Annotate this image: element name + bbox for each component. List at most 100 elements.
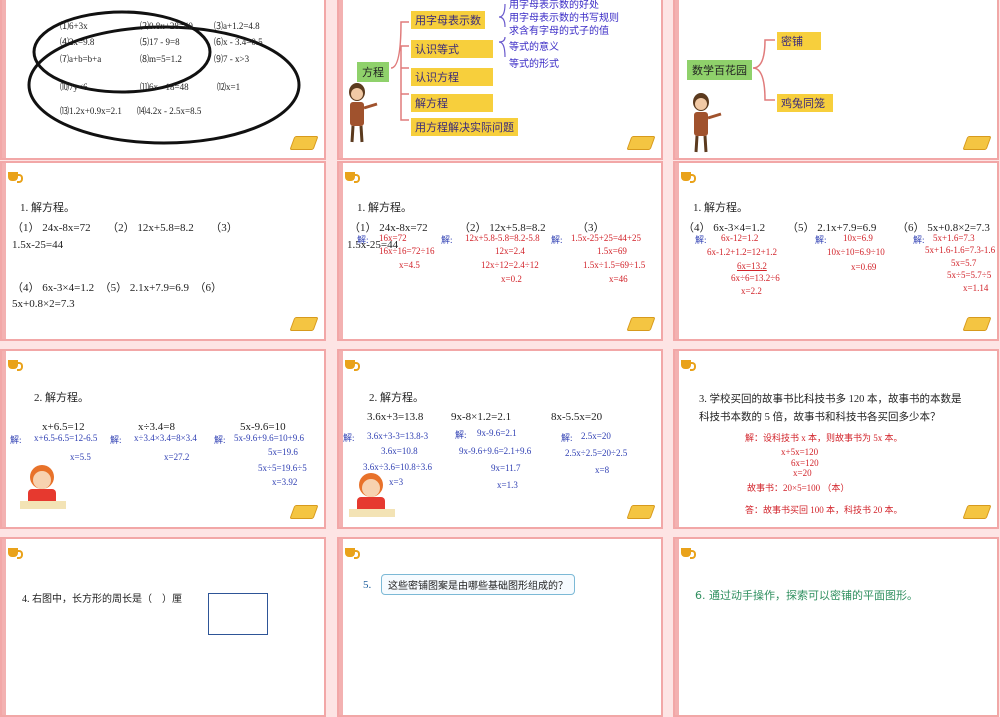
solution-label: 解: xyxy=(695,235,707,245)
slide-5[interactable]: 1. 解方程。 （1） 24x-8x=72 （2） 12x+5.8=8.2 （3… xyxy=(337,161,663,341)
mindmap-node: 密铺 xyxy=(777,32,821,50)
note-icon[interactable] xyxy=(962,505,992,519)
cup-icon xyxy=(8,357,23,371)
cup-icon xyxy=(8,545,23,559)
mindmap-subnode: 等式的形式 xyxy=(509,59,559,70)
slide-8[interactable]: 2. 解方程。 3.6x+3=13.8 9x-8×1.2=2.1 8x-5.5x… xyxy=(337,349,663,529)
teacher-icon xyxy=(693,93,722,153)
slide-4[interactable]: 1. 解方程。 （1） 24x-8x=72 （2） 12x+5.8=8.2 （3… xyxy=(0,161,326,341)
solution-step: 2.5x=20 xyxy=(581,431,611,441)
solution-label: 解: xyxy=(357,235,369,245)
solution-step: 5x+1.6=7.3 xyxy=(933,233,975,243)
question-title: 1. 解方程。 xyxy=(20,202,75,214)
solution-step: x=8 xyxy=(595,465,610,475)
solution-step: 2.5x÷2.5=20÷2.5 xyxy=(565,448,628,458)
problem-text: 4. 右图中，长方形的周长是（ ）厘 xyxy=(22,594,182,605)
slide-9[interactable]: 3. 学校买回的故事书比科技书多 120 本，故事书的本数是 科技书本数的 5 … xyxy=(673,349,999,529)
slide-border-bar xyxy=(675,539,679,715)
solution-step: 1.5x=69 xyxy=(597,246,627,256)
slide-2[interactable]: 方程 用字母表示数 认识等式 认识方程 解方程 用方程解决实际问题 用字母表示数… xyxy=(337,0,663,160)
solution-label: 解: xyxy=(455,430,467,440)
cup-icon xyxy=(345,545,360,559)
solution-label: 解: xyxy=(110,435,122,445)
solution-step: x÷3.4×3.4=8×3.4 xyxy=(134,433,197,443)
mindmap-node: 认识方程 xyxy=(411,68,493,86)
teacher-icon xyxy=(349,83,378,143)
mindmap-node: 鸡兔同笼 xyxy=(777,94,833,112)
solution-step: x=27.2 xyxy=(164,452,190,462)
cup-icon xyxy=(8,169,23,183)
solution-step: x+6.5-6.5=12-6.5 xyxy=(34,433,98,443)
question-title: 1. 解方程。 xyxy=(357,202,412,214)
slide-1[interactable]: ⑴6+3x ⑵0.8x+28=40 ⑶a+1.2=4.8 ⑷2x=9.8 ⑸17… xyxy=(0,0,326,160)
note-icon[interactable] xyxy=(289,505,319,519)
solution-label: 解: xyxy=(913,235,925,245)
slide-border-bar xyxy=(2,163,6,339)
equation-header: 8x-5.5x=20 xyxy=(551,411,603,423)
eq-item: ⑻m=5=1.2 xyxy=(140,54,182,64)
solution-step: 10x÷10=6.9÷10 xyxy=(827,247,885,257)
note-icon[interactable] xyxy=(289,317,319,331)
note-icon[interactable] xyxy=(962,317,992,331)
solution-step: 5x÷5=5.7÷5 xyxy=(947,270,992,280)
eq-item: ⑺a+b=b+a xyxy=(60,54,102,64)
slide-11[interactable]: 5. 这些密铺图案是由哪些基础图形组成的？ xyxy=(337,537,663,717)
slide-border-bar xyxy=(339,163,343,339)
mindmap-subnode: 等式的意义 xyxy=(509,42,559,53)
equation-header: 3.6x+3=13.8 xyxy=(367,411,424,423)
equation-header: x+6.5=12 xyxy=(42,421,85,433)
equation-line: （4） 6x-3×4=1.2 （5） 2.1x+7.9=6.9 （6） xyxy=(12,282,222,294)
student-icon xyxy=(20,465,66,509)
question-box: 这些密铺图案是由哪些基础图形组成的？ xyxy=(381,574,575,595)
slide-6[interactable]: 1. 解方程。 （4） 6x-3×4=1.2 （5） 2.1x+7.9=6.9 … xyxy=(673,161,999,341)
problem-text: 科技书本数的 5 倍，故事书和科技书各买回多少本？ xyxy=(699,412,941,423)
solution-step: x=4.5 xyxy=(399,260,420,270)
solution-step: 5x÷5=19.6÷5 xyxy=(258,463,307,473)
solution-step: 5x=19.6 xyxy=(268,447,298,457)
equation-line: 1.5x-25=44 xyxy=(12,239,64,251)
solution-step: x=2.2 xyxy=(741,286,762,296)
mindmap-root: 数学百花园 xyxy=(687,60,752,80)
rectangle-figure xyxy=(208,593,268,635)
solution-step: 解：设科技书 x 本，则故事书为 5x 本。 xyxy=(745,433,903,443)
solution-label: 解: xyxy=(441,235,453,245)
note-icon[interactable] xyxy=(962,136,992,150)
solution-step: 12x+5.8-5.8=8.2-5.8 xyxy=(465,233,540,243)
equation-line: 5x+0.8×2=7.3 xyxy=(12,298,75,310)
question-title: 2. 解方程。 xyxy=(369,392,424,404)
note-icon[interactable] xyxy=(626,505,656,519)
slide-3[interactable]: 数学百花园 密铺 鸡兔同笼 xyxy=(673,0,999,160)
cup-icon xyxy=(681,545,696,559)
solution-step: 3.6x=10.8 xyxy=(381,446,418,456)
eq-item: ⑽7y<6 xyxy=(60,82,88,92)
solution-step: 6x=13.2 xyxy=(737,261,767,271)
question-number: 5. xyxy=(363,579,372,591)
note-icon[interactable] xyxy=(289,136,319,150)
mindmap-node: 认识等式 xyxy=(411,40,493,58)
note-icon[interactable] xyxy=(626,136,656,150)
slide-7[interactable]: 2. 解方程。 x+6.5=12 x÷3.4=8 5x-9.6=10 解: x+… xyxy=(0,349,326,529)
slide-10[interactable]: 4. 右图中，长方形的周长是（ ）厘 xyxy=(0,537,326,717)
problem-text: 3. 学校买回的故事书比科技书多 120 本，故事书的本数是 xyxy=(699,394,962,405)
equation-header: 5x-9.6=10 xyxy=(240,421,286,433)
solution-step: 12x÷12=2.4÷12 xyxy=(481,260,539,270)
eq-item: ⑸17 - 9=8 xyxy=(140,37,180,47)
solution-label: 解: xyxy=(343,433,355,443)
solution-step: x=1.3 xyxy=(497,480,518,490)
note-icon[interactable] xyxy=(626,317,656,331)
slide-border-bar xyxy=(2,351,6,527)
solution-step: 3.6x+3-3=13.8-3 xyxy=(367,431,429,441)
slide-border-bar xyxy=(339,539,343,715)
solution-step: x=5.5 xyxy=(70,452,91,462)
solution-step: 5x+1.6-1.6=7.3-1.6 xyxy=(925,245,996,255)
solution-step: 1.5x-25+25=44+25 xyxy=(571,233,641,243)
solution-step: 6x-1.2+1.2=12+1.2 xyxy=(707,247,777,257)
slide-12[interactable]: 6. 通过动手操作，探索可以密铺的平面图形。 xyxy=(673,537,999,717)
solution-step: x=3.92 xyxy=(272,477,298,487)
mindmap-node: 用方程解决实际问题 xyxy=(411,118,518,136)
slide-border-bar xyxy=(2,539,6,715)
eq-item: ⑵0.8x+28=40 xyxy=(140,21,193,31)
question-title: 1. 解方程。 xyxy=(693,202,748,214)
solution-label: 解: xyxy=(561,433,573,443)
eq-item: ⒁4.2x - 2.5x=8.5 xyxy=(137,106,202,116)
